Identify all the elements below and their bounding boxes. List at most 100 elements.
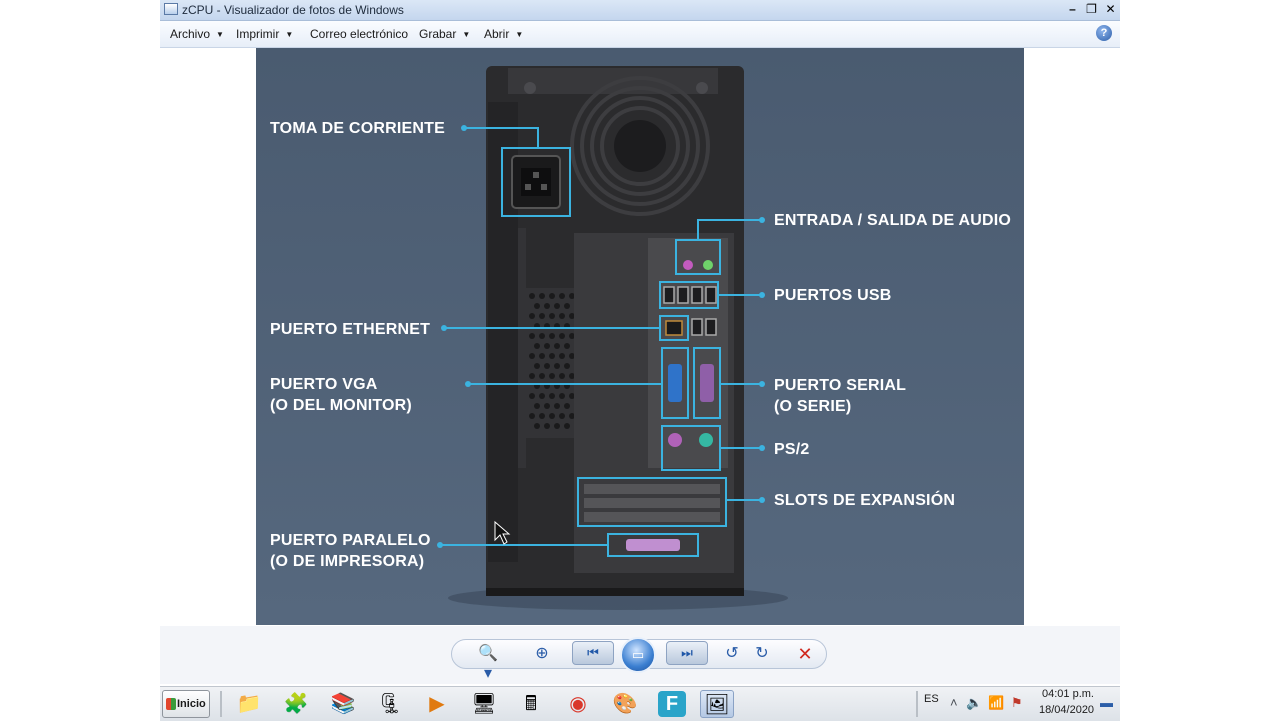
fit-window-icon[interactable]: ⊕: [530, 644, 554, 664]
puzzle-icon[interactable]: 🧩: [279, 690, 313, 718]
previous-button[interactable]: ⏮: [572, 641, 614, 665]
tray-separator: [916, 691, 918, 717]
help-icon[interactable]: ?: [1096, 25, 1112, 41]
vent-hole: [529, 413, 535, 419]
menu-archivo-label: Archivo: [170, 27, 211, 41]
label-ethernet: PUERTO ETHERNET: [270, 321, 431, 338]
vent-hole: [539, 413, 545, 419]
viewer-control-bar: 🔍▾ ⊕ ⏮ ▭ ⏭ ↺ ↻ ✕: [160, 626, 1120, 684]
vent-hole: [559, 393, 565, 399]
vent-hole: [559, 373, 565, 379]
photo-viewer-taskbar-icon[interactable]: 🖼: [700, 690, 734, 718]
window-title: zCPU - Visualizador de fotos de Windows: [182, 3, 404, 17]
label-serial-line2: (O SERIE): [774, 398, 852, 415]
label-parallel-line1: PUERTO PARALELO: [270, 532, 431, 549]
vent-hole: [534, 403, 540, 409]
slideshow-button[interactable]: ▭: [620, 637, 656, 673]
menu-abrir-label: Abrir: [484, 27, 510, 41]
close-button[interactable]: ✕: [1101, 1, 1120, 18]
label-vga: PUERTO VGA (O DEL MONITOR): [270, 374, 412, 416]
paint-icon[interactable]: 🎨: [608, 690, 642, 718]
show-desktop-icon[interactable]: ▬: [1100, 695, 1113, 710]
vent-hole: [534, 343, 540, 349]
security-alert-icon[interactable]: ⚑: [1011, 695, 1023, 711]
vent-hole: [529, 373, 535, 379]
delete-icon[interactable]: ✕: [793, 644, 817, 664]
vent-hole: [559, 353, 565, 359]
volume-icon[interactable]: 🔈: [966, 695, 982, 711]
vent-hole: [534, 423, 540, 429]
media-player-icon[interactable]: ▶: [420, 690, 454, 718]
network-icon[interactable]: 📶: [988, 695, 1004, 711]
label-parallel-line2: (O DE IMPRESORA): [270, 553, 425, 570]
taskbar: Inicio 📁 🧩 📚 🗜 ▶ 🖥 🖩 ◉ 🎨 F 🖼 ES ˄ 🔈 📶 ⚑ …: [160, 686, 1120, 721]
vent-hole: [529, 293, 535, 299]
chrome-icon[interactable]: ◉: [561, 690, 595, 718]
chevron-down-icon: ▼: [462, 30, 471, 39]
rotate-left-icon[interactable]: ↺: [720, 644, 744, 664]
label-ps2: PS/2: [774, 441, 810, 458]
zoom-icon[interactable]: 🔍▾: [476, 644, 500, 682]
label-serial-line1: PUERTO SERIAL: [774, 377, 907, 394]
vent-hole: [529, 393, 535, 399]
vent-hole: [539, 333, 545, 339]
app-f-icon[interactable]: F: [658, 691, 686, 717]
start-label: Inicio: [177, 698, 206, 710]
menu-abrir[interactable]: Abrir ▼: [484, 27, 523, 41]
vent-hole: [544, 423, 550, 429]
vent-hole: [534, 363, 540, 369]
vent-hole: [564, 343, 570, 349]
label-slots: SLOTS DE EXPANSIÓN: [774, 492, 956, 509]
clock-date[interactable]: 18/04/2020: [1039, 704, 1094, 716]
clock-time[interactable]: 04:01 p.m.: [1042, 688, 1094, 700]
app-icon: [164, 3, 178, 15]
calculator-icon[interactable]: 🖩: [514, 690, 548, 718]
vent-hole: [549, 393, 555, 399]
chevron-up-icon[interactable]: ˄: [950, 695, 958, 710]
displayed-photo: TOMA DE CORRIENTE ENTRADA / SALIDA DE AU…: [256, 48, 1024, 625]
vent-hole: [554, 303, 560, 309]
books-icon[interactable]: 📚: [326, 690, 360, 718]
vent-hole: [539, 353, 545, 359]
chevron-down-icon: ▼: [216, 30, 224, 39]
vent-hole: [544, 303, 550, 309]
chevron-down-icon: ▼: [515, 30, 524, 39]
menu-imprimir[interactable]: Imprimir ▼: [236, 27, 293, 41]
vent-hole: [529, 353, 535, 359]
vent-hole: [549, 413, 555, 419]
vent-hole: [554, 343, 560, 349]
vent-hole: [549, 353, 555, 359]
vent-hole: [564, 423, 570, 429]
vent-hole: [559, 293, 565, 299]
next-button[interactable]: ⏭: [666, 641, 708, 665]
vent-hole: [554, 403, 560, 409]
vent-hole: [549, 333, 555, 339]
label-parallel: PUERTO PARALELO (O DE IMPRESORA): [270, 530, 431, 572]
label-power: TOMA DE CORRIENTE: [270, 120, 445, 137]
maximize-button[interactable]: ❐: [1082, 1, 1101, 18]
explorer-icon[interactable]: 📁: [232, 690, 266, 718]
vent-hole: [559, 313, 565, 319]
menu-archivo[interactable]: Archivo ▼: [170, 27, 224, 41]
vent-hole: [564, 403, 570, 409]
language-indicator[interactable]: ES: [924, 693, 939, 705]
vent-hole: [534, 303, 540, 309]
winrar-icon[interactable]: 🗜: [373, 690, 407, 718]
vent-hole: [539, 373, 545, 379]
menu-bar: Archivo ▼ Imprimir ▼ Correo electrónico Gr…: [160, 21, 1120, 48]
rotate-right-icon[interactable]: ↻: [750, 644, 774, 664]
vent-hole: [559, 333, 565, 339]
label-serial: PUERTO SERIAL (O SERIE): [774, 375, 906, 417]
vent-hole: [549, 293, 555, 299]
start-button[interactable]: Inicio: [162, 690, 210, 718]
windows-flag-icon: [166, 698, 176, 710]
minimize-button[interactable]: –: [1063, 1, 1082, 18]
menu-grabar[interactable]: Grabar ▼: [419, 27, 470, 41]
vent-hole: [544, 403, 550, 409]
label-audio: ENTRADA / SALIDA DE AUDIO: [774, 212, 1011, 229]
chevron-down-icon: ▼: [285, 30, 294, 39]
title-bar[interactable]: zCPU - Visualizador de fotos de Windows …: [160, 0, 1120, 21]
menu-correo[interactable]: Correo electrónico: [310, 27, 408, 41]
vent-hole: [544, 363, 550, 369]
control-panel-icon[interactable]: 🖥: [467, 690, 501, 718]
